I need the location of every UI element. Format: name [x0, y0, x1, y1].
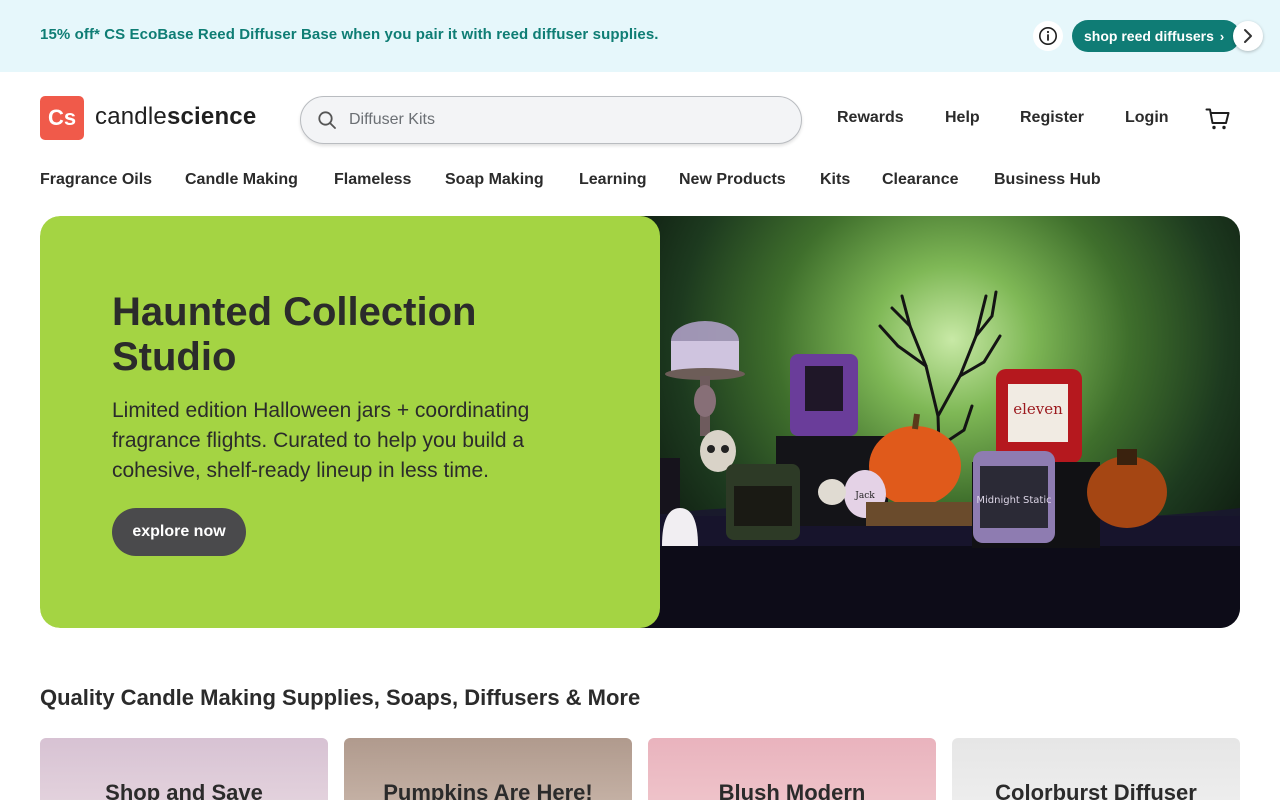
promo-cta-label: shop reed diffusers [1084, 28, 1214, 44]
search-input[interactable] [349, 111, 769, 129]
search-icon [317, 110, 337, 130]
nav-fragrance-oils[interactable]: Fragrance Oils [40, 171, 152, 189]
hero-title: Haunted Collection Studio [112, 290, 477, 379]
register-link[interactable]: Register [1020, 109, 1084, 127]
info-button[interactable] [1033, 21, 1063, 51]
hero-banner: eleven Midnight Static Jack Haunted Coll… [40, 216, 1240, 628]
nav-candle-making[interactable]: Candle Making [185, 171, 298, 189]
midnight-static-jar-label: Midnight Static [976, 495, 1051, 506]
nav-clearance[interactable]: Clearance [882, 171, 959, 189]
chevron-right-icon [1244, 29, 1252, 43]
cart-icon [1205, 108, 1230, 130]
nav-new-products[interactable]: New Products [679, 171, 786, 189]
shop-reed-diffusers-button[interactable]: shop reed diffusers › [1072, 20, 1240, 52]
card-title: Pumpkins Are Here! [383, 780, 593, 800]
help-link[interactable]: Help [945, 109, 980, 127]
nav-business-hub[interactable]: Business Hub [994, 171, 1101, 189]
card-title: Colorburst Diffuser [995, 780, 1197, 800]
hero-image[interactable]: eleven Midnight Static Jack [640, 216, 1240, 628]
nav-soap-making[interactable]: Soap Making [445, 171, 544, 189]
promo-next-button[interactable] [1233, 21, 1263, 51]
hero-subtitle: Limited edition Halloween jars + coordin… [112, 399, 530, 482]
category-card-colorburst-diffuser[interactable]: Colorburst Diffuser [952, 738, 1240, 800]
category-card-shop-and-save[interactable]: Shop and Save [40, 738, 328, 800]
explore-now-button[interactable]: explore now [112, 508, 246, 556]
hero-panel: Haunted Collection Studio Limited editio… [40, 216, 660, 628]
search-bar[interactable] [300, 96, 802, 144]
hero-candle-scene: eleven Midnight Static Jack [640, 290, 1240, 628]
logo-word-bold: science [166, 103, 257, 130]
jack-tag-label: Jack [854, 491, 875, 501]
promo-banner: 15% off* CS EcoBase Reed Diffuser Base w… [0, 0, 1280, 72]
login-link[interactable]: Login [1125, 109, 1169, 127]
card-title: Shop and Save [105, 780, 263, 800]
category-card-blush-modern[interactable]: Blush Modern [648, 738, 936, 800]
nav-learning[interactable]: Learning [579, 171, 647, 189]
section-title: Quality Candle Making Supplies, Soaps, D… [40, 685, 641, 710]
info-icon [1039, 27, 1057, 45]
rewards-link[interactable]: Rewards [837, 109, 904, 127]
logo-wordmark[interactable]: candlescience [95, 103, 256, 131]
nav-kits[interactable]: Kits [820, 171, 850, 189]
logo-mark[interactable]: Cs [40, 96, 84, 140]
logo-word-light: candle [95, 103, 167, 130]
chevron-right-icon: › [1219, 28, 1225, 44]
eleven-jar-label: eleven [1013, 400, 1063, 418]
category-card-pumpkins[interactable]: Pumpkins Are Here! [344, 738, 632, 800]
card-title: Blush Modern [718, 780, 866, 800]
nav-flameless[interactable]: Flameless [334, 171, 411, 189]
promo-text: 15% off* CS EcoBase Reed Diffuser Base w… [40, 26, 659, 43]
cart-button[interactable] [1204, 105, 1232, 133]
